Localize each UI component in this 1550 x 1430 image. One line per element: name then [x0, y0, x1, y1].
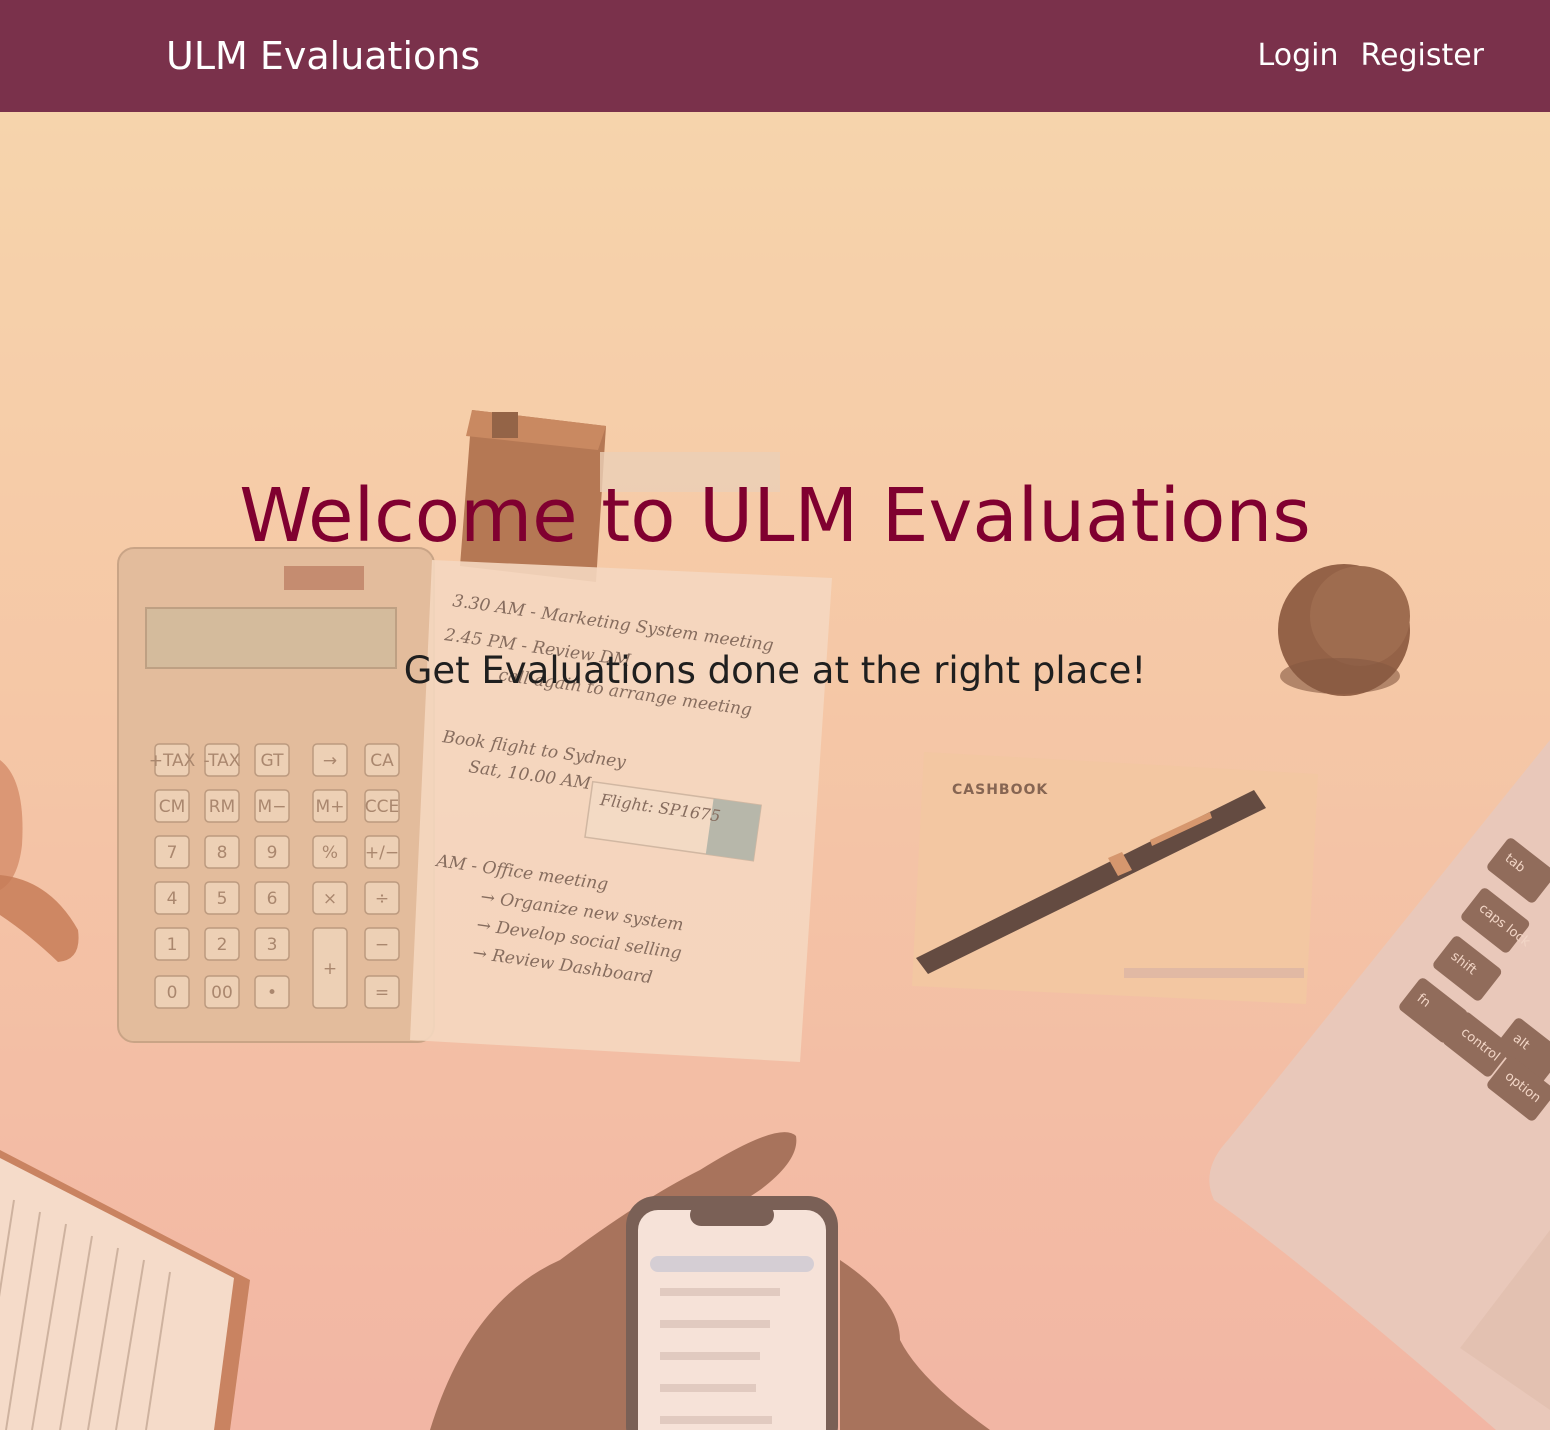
hero-section: +TAX -TAX GT → CA CM RM M− M+ CCE 7 8 9% +/− 4 5 6 × ÷ 1 2 3 +…: [0, 112, 1550, 1430]
hero-title: Welcome to ULM Evaluations: [239, 473, 1311, 559]
login-link[interactable]: Login: [1258, 38, 1339, 74]
hero-subtitle: Get Evaluations done at the right place!: [403, 649, 1147, 692]
hero-background-image: +TAX -TAX GT → CACM RM M− M+ CCE7 8 9% +/−4 5 6 × ÷1 2 3+…: [0, 112, 1550, 1430]
top-navbar: ULM Evaluations Login Register: [0, 0, 1550, 112]
nav-links: Login Register: [1258, 38, 1484, 74]
brand-link[interactable]: ULM Evaluations: [166, 34, 480, 78]
register-link[interactable]: Register: [1360, 38, 1484, 74]
